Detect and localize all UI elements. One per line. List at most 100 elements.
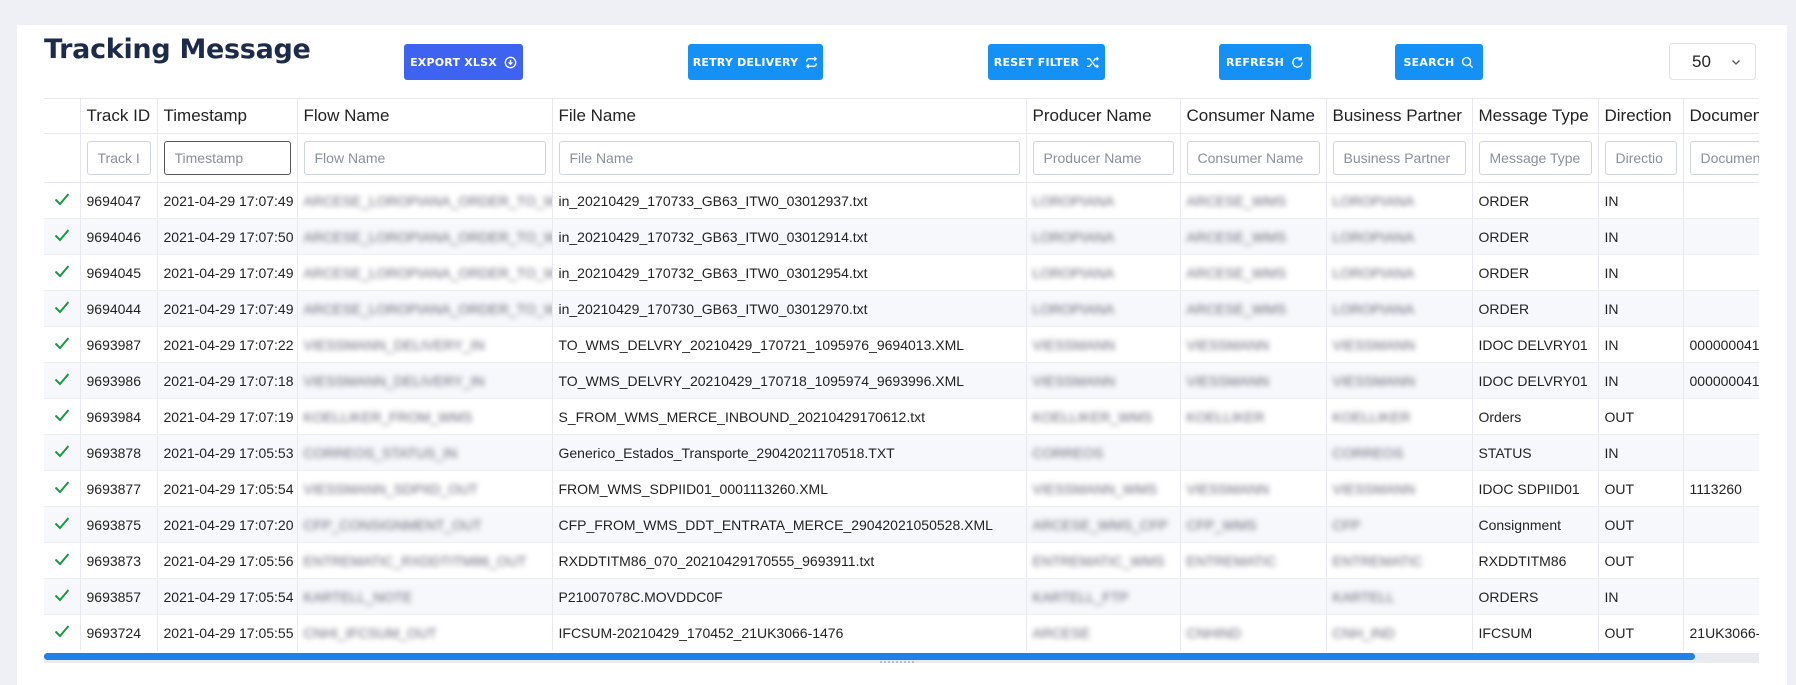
cell-consumer-name-text: ARCESE_WMS	[1186, 192, 1287, 209]
cell-business-partner-text: CORREOS	[1332, 444, 1404, 461]
cell-flow-name-text: ENTREMATIC_RXDDTITM86_OUT	[303, 552, 527, 569]
cell-consumer-name	[1180, 578, 1327, 615]
cell-flow-name-text: KARTELL_NOTE	[303, 588, 413, 605]
cell-flow-name-text: VIESSMANN_SDPIID_OUT	[303, 480, 478, 497]
column-header-producer-name[interactable]: Producer Name	[1026, 98, 1181, 134]
reset-filter-button[interactable]: RESET FILTER	[988, 44, 1105, 80]
cell-message-type-text: ORDER	[1478, 228, 1530, 245]
cell-file-name: in_20210429_170732_GB63_ITW0_03012914.tx…	[552, 218, 1027, 255]
column-header-document[interactable]: Document	[1683, 98, 1759, 134]
resize-dot	[884, 661, 886, 663]
filter-direction-input[interactable]	[1604, 141, 1677, 175]
cell-business-partner-text: KOELLIKER	[1332, 408, 1411, 425]
table-row[interactable]: 9693877 2021-04-29 17:05:54 VIESSMANN_SDPI…	[44, 470, 1759, 507]
cell-file-name: TO_WMS_DELVRY_20210429_170721_1095976_96…	[552, 326, 1027, 363]
cell-document: 00000004125	[1683, 362, 1760, 399]
cell-timestamp-text: 2021-04-29 17:07:49	[163, 264, 294, 281]
filter-business-partner-input[interactable]	[1332, 141, 1466, 175]
status-cell	[44, 542, 81, 579]
resize-dot	[912, 661, 914, 663]
export-xlsx-button[interactable]: EXPORT XLSX	[404, 44, 523, 80]
column-header-business-partner[interactable]: Business Partner	[1326, 98, 1473, 134]
cell-track-id-text: 9694044	[86, 300, 142, 317]
cell-direction: IN	[1598, 254, 1684, 291]
cell-track-id-text: 9693857	[86, 588, 142, 605]
check-icon	[54, 409, 70, 422]
cell-file-name: CFP_FROM_WMS_DDT_ENTRATA_MERCE_290420210…	[552, 506, 1027, 543]
cell-producer-name-text: ARCESE	[1032, 624, 1091, 641]
cell-track-id: 9693877	[80, 470, 158, 507]
horizontal-scrollbar-thumb[interactable]	[44, 653, 1695, 660]
cell-timestamp: 2021-04-29 17:07:19	[157, 398, 298, 435]
cell-track-id: 9694045	[80, 254, 158, 291]
table-row[interactable]: 9693878 2021-04-29 17:05:53 CORREOS_STATUS…	[44, 434, 1759, 471]
cell-track-id: 9693857	[80, 578, 158, 615]
table-row[interactable]: 9693857 2021-04-29 17:05:54 KARTELL_NOTE P2…	[44, 578, 1759, 615]
cell-consumer-name: CFP_WMS	[1180, 506, 1327, 543]
cell-message-type: ORDERS	[1472, 578, 1599, 615]
column-header-timestamp[interactable]: Timestamp	[157, 98, 298, 134]
table-row[interactable]: 9693724 2021-04-29 17:05:55 CNHI_IFCSUM_OU…	[44, 614, 1759, 650]
cell-file-name: RXDDTITM86_070_20210429170555_9693911.tx…	[552, 542, 1027, 579]
refresh-button[interactable]: REFRESH	[1219, 44, 1311, 80]
check-icon	[54, 301, 70, 314]
cell-file-name: FROM_WMS_SDPIID01_0001113260.XML	[552, 470, 1027, 507]
table-row[interactable]: 9693984 2021-04-29 17:07:19 KOELLIKER_FROM…	[44, 398, 1759, 435]
export-xlsx-label: EXPORT XLSX	[410, 55, 497, 69]
column-header-consumer-name[interactable]: Consumer Name	[1180, 98, 1327, 134]
column-header-message-type[interactable]: Message Type	[1472, 98, 1599, 134]
cell-timestamp: 2021-04-29 17:05:54	[157, 470, 298, 507]
table-row[interactable]: 9694047 2021-04-29 17:07:49 ARCESE_LOROPIA…	[44, 182, 1759, 219]
status-cell	[44, 218, 81, 255]
cell-file-name-text: FROM_WMS_SDPIID01_0001113260.XML	[558, 480, 829, 497]
cell-producer-name: LOROPIANA	[1026, 182, 1181, 219]
cell-flow-name: ARCESE_LOROPIANA_ORDER_TO_WMS	[297, 218, 553, 255]
cell-producer-name: CORREOS	[1026, 434, 1181, 471]
cell-flow-name-text: ARCESE_LOROPIANA_ORDER_TO_WMS	[303, 264, 552, 281]
filter-flow-name-input[interactable]	[303, 141, 546, 175]
cell-business-partner: KOELLIKER	[1326, 398, 1473, 435]
column-header-file-name[interactable]: File Name	[552, 98, 1027, 134]
filter-timestamp-input[interactable]	[163, 141, 291, 175]
cell-message-type-text: IDOC SDPIID01	[1478, 480, 1580, 497]
filter-track-id-input[interactable]	[86, 141, 151, 175]
cell-producer-name-text: LOROPIANA	[1032, 264, 1115, 281]
cell-business-partner: VIESSMANN	[1326, 326, 1473, 363]
table-row[interactable]: 9694044 2021-04-29 17:07:49 ARCESE_LOROPIA…	[44, 290, 1759, 327]
retry-delivery-button[interactable]: RETRY DELIVERY	[688, 44, 823, 80]
table-row[interactable]: 9693873 2021-04-29 17:05:56 ENTREMATIC_RXD…	[44, 542, 1759, 579]
resize-handle[interactable]	[880, 661, 918, 667]
table-row[interactable]: 9693987 2021-04-29 17:07:22 VIESSMANN_DELI…	[44, 326, 1759, 363]
page-size-select[interactable]: 50	[1669, 43, 1756, 80]
cell-document-text: 00000004125	[1689, 372, 1760, 389]
cell-consumer-name: ARCESE_WMS	[1180, 218, 1327, 255]
cell-consumer-name-text: KOELLIKER	[1186, 408, 1265, 425]
table-row[interactable]: 9694046 2021-04-29 17:07:50 ARCESE_LOROPIA…	[44, 218, 1759, 255]
cell-file-name: S_FROM_WMS_MERCE_INBOUND_20210429170612.…	[552, 398, 1027, 435]
filter-message-type-input[interactable]	[1478, 141, 1592, 175]
search-button[interactable]: SEARCH	[1395, 44, 1483, 80]
filter-document-input[interactable]	[1689, 141, 1759, 175]
column-header-direction[interactable]: Direction	[1598, 98, 1684, 134]
cell-direction: IN	[1598, 218, 1684, 255]
cell-message-type: ORDER	[1472, 182, 1599, 219]
cell-consumer-name-text: ARCESE_WMS	[1186, 228, 1287, 245]
table-row[interactable]: 9693986 2021-04-29 17:07:18 VIESSMANN_DELI…	[44, 362, 1760, 399]
column-header-flow-name[interactable]: Flow Name	[297, 98, 553, 134]
filter-file-name-input[interactable]	[558, 141, 1020, 175]
filter-producer-name-input[interactable]	[1032, 141, 1174, 175]
export-circle-icon	[504, 56, 517, 68]
cell-flow-name-text: ARCESE_LOROPIANA_ORDER_TO_WMS	[303, 228, 552, 245]
table-row[interactable]: 9694045 2021-04-29 17:07:49 ARCESE_LOROPIA…	[44, 254, 1759, 291]
retry-delivery-label: RETRY DELIVERY	[692, 55, 799, 69]
cell-business-partner-text: CNH_IND	[1332, 624, 1395, 641]
table-row[interactable]: 9693875 2021-04-29 17:07:20 CFP_CONSIGNMEN…	[44, 506, 1759, 543]
column-header-track-id[interactable]: Track ID	[80, 98, 158, 134]
cell-consumer-name: VIESSMANN	[1180, 362, 1327, 399]
cell-document	[1683, 398, 1759, 435]
cell-track-id-text: 9693987	[86, 336, 142, 353]
cell-file-name: in_20210429_170730_GB63_ITW0_03012970.tx…	[552, 290, 1027, 327]
cell-message-type-text: IDOC DELVRY01	[1478, 372, 1588, 389]
filter-consumer-name-input[interactable]	[1186, 141, 1320, 175]
cell-business-partner: VIESSMANN	[1326, 362, 1473, 399]
